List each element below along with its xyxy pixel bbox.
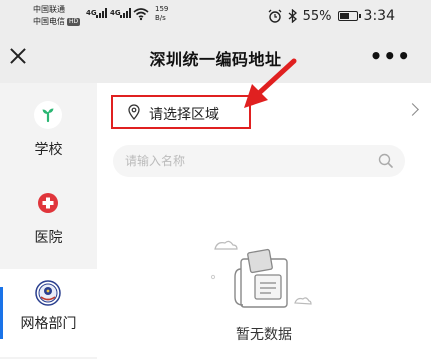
signal-icon	[96, 8, 108, 18]
status-bar: 中国联通 中国电信 HD 4G 4G 159 B/s 55% 3:34	[0, 0, 431, 33]
sprout-icon	[34, 101, 62, 129]
carrier-2-name: 中国电信	[33, 17, 65, 26]
location-pin-icon	[128, 104, 140, 120]
signal-icon-2	[120, 8, 132, 18]
area-selector-label: 请选择区域	[149, 107, 219, 123]
hd-badge: HD	[67, 17, 81, 26]
sidebar-item-grid-dept[interactable]: 网格部门	[0, 269, 97, 357]
more-button[interactable]: •••	[370, 46, 411, 66]
network-speed-unit: B/s	[155, 14, 166, 22]
search-icon[interactable]	[378, 153, 393, 168]
sidebar-item-hospital[interactable]: 医院	[0, 171, 97, 259]
main-panel: 请选择区域 暂无数据	[97, 83, 431, 359]
battery-icon	[337, 11, 361, 21]
clock: 3:34	[363, 8, 395, 24]
category-sidebar: 学校 医院 网格部门	[0, 83, 97, 359]
header-bar: 深圳统一编码地址 •••	[0, 33, 431, 83]
annotation-arrow	[244, 58, 297, 108]
sidebar-item-label: 学校	[34, 142, 63, 158]
area-selector[interactable]: 请选择区域	[111, 95, 251, 129]
status-right: 55% 3:34	[268, 7, 395, 25]
emblem-icon	[34, 279, 62, 307]
medical-cross-icon	[34, 189, 62, 217]
page-title: 深圳统一编码地址	[149, 50, 282, 69]
sidebar-item-label: 网格部门	[20, 316, 77, 332]
empty-state-illustration	[210, 240, 312, 308]
chevron-right-icon[interactable]	[406, 103, 419, 116]
sidebar-item-school[interactable]: 学校	[0, 83, 97, 171]
empty-state-text: 暂无数据	[236, 327, 292, 343]
carrier-1: 中国联通	[33, 5, 65, 14]
sidebar-item-label: 医院	[34, 230, 63, 246]
bluetooth-icon	[288, 9, 297, 23]
network-speed: 159 B/s	[155, 5, 168, 23]
alarm-icon	[268, 9, 282, 23]
search-bar[interactable]	[113, 145, 405, 177]
battery-percent: 55%	[302, 8, 332, 24]
wifi-icon	[133, 8, 149, 21]
search-input[interactable]	[125, 150, 365, 172]
network-speed-value: 159	[155, 5, 169, 13]
carrier-2: 中国电信 HD	[33, 17, 81, 27]
